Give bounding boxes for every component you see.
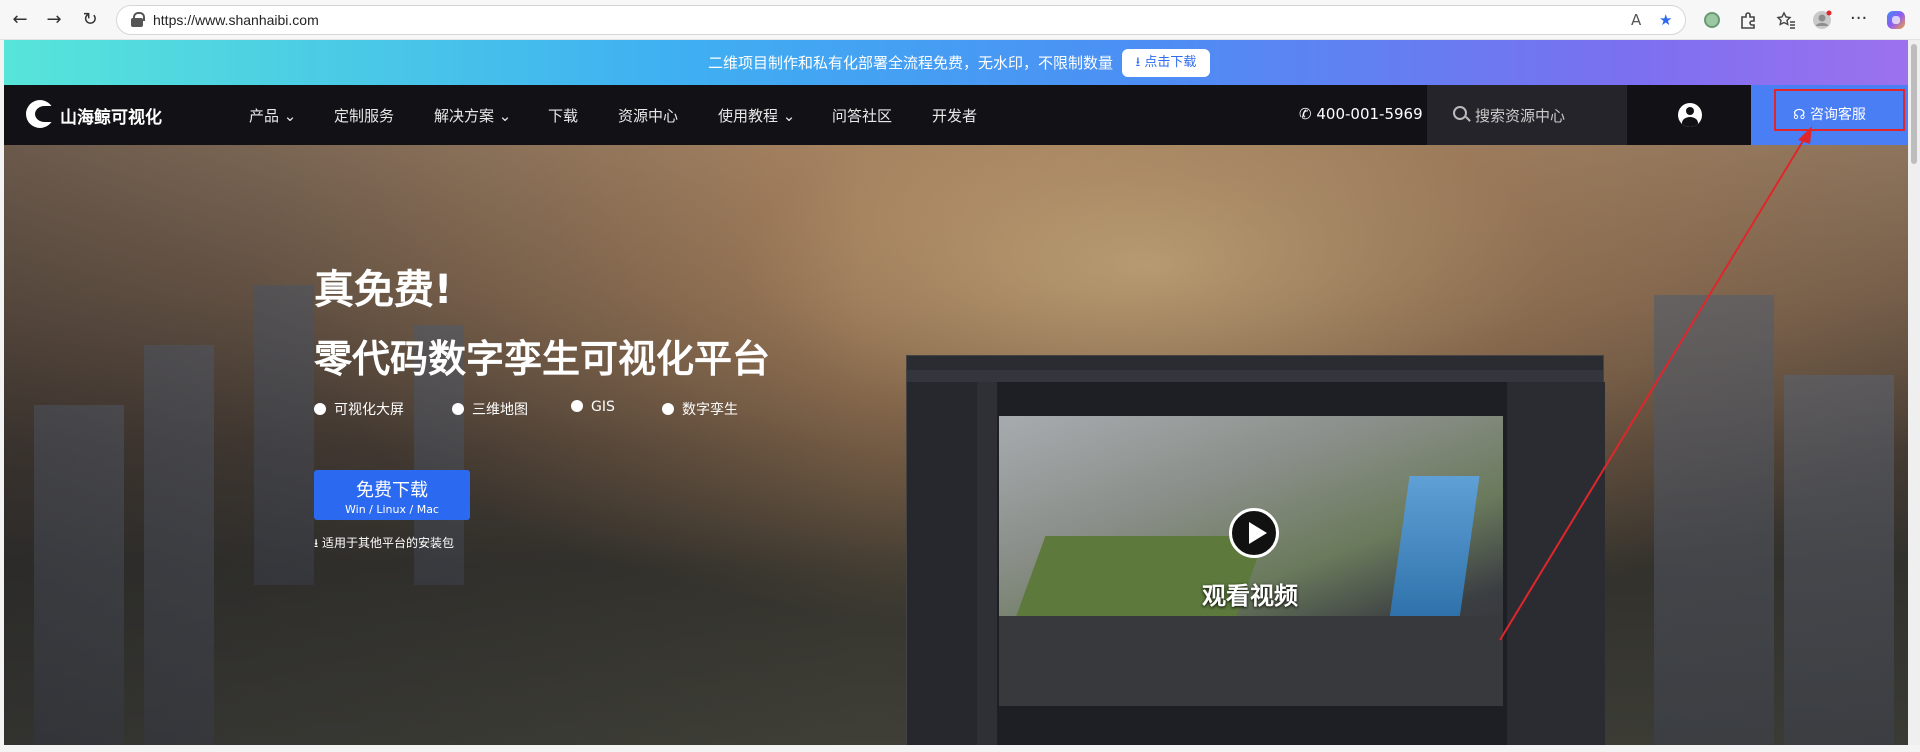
bullet-icon xyxy=(662,403,674,415)
back-icon[interactable]: ← xyxy=(8,8,32,32)
video-screen-panel xyxy=(1507,382,1605,745)
scrollbar-thumb[interactable] xyxy=(1911,44,1917,164)
scene-road xyxy=(999,616,1503,706)
nav-item-solutions[interactable]: 解决方案 ⌄ xyxy=(434,105,511,126)
lock-icon[interactable] xyxy=(131,12,145,27)
bullet-icon xyxy=(452,403,464,415)
profile-icon[interactable] xyxy=(1812,10,1832,30)
nav-item-custom-service[interactable]: 定制服务 xyxy=(334,105,394,126)
promo-text: 二维项目制作和私有化部署全流程免费，无水印，不限制数量 xyxy=(708,54,1114,72)
hero-section: 真免费! 零代码数字孪生可视化平台 可视化大屏 三维地图 GIS 数字孪生 免费… xyxy=(4,145,1908,745)
read-aloud-icon[interactable]: A xyxy=(1631,11,1641,29)
browser-toolbar: ← → ↻ https://www.shanhaibi.com A ★ ··· xyxy=(0,0,1920,40)
favorites-icon[interactable] xyxy=(1776,10,1796,30)
nav-item-tutorials[interactable]: 使用教程 ⌄ xyxy=(718,105,795,126)
site-nav: 山海鲸可视化 产品 ⌄ 定制服务 解决方案 ⌄ 下载 资源中心 使用教程 ⌄ 问… xyxy=(4,85,1908,145)
free-download-label: 免费下载 xyxy=(356,480,428,501)
address-bar[interactable]: https://www.shanhaibi.com A ★ xyxy=(116,5,1686,35)
search-box[interactable]: 搜索资源中心 xyxy=(1427,85,1627,145)
video-screen-sidebar xyxy=(907,382,977,745)
scene-pool xyxy=(1388,476,1480,626)
platforms-label: Win / Linux / Mac xyxy=(345,503,439,516)
feature-item: 三维地图 xyxy=(452,399,528,419)
video-screen-tabs xyxy=(907,356,1603,370)
video-preview[interactable]: 观看视频 xyxy=(906,355,1605,745)
other-platforms-link[interactable]: ⭳ 适用于其他平台的安装包 xyxy=(314,534,454,555)
search-icon[interactable] xyxy=(1453,106,1467,120)
nav-item-developers[interactable]: 开发者 xyxy=(932,105,977,126)
promo-download-button[interactable]: ⭳ 点击下载 xyxy=(1122,49,1210,77)
highlight-box xyxy=(1774,89,1905,131)
bullet-icon xyxy=(571,400,583,412)
url-text[interactable]: https://www.shanhaibi.com xyxy=(153,12,319,28)
promo-download-label: 点击下载 xyxy=(1144,55,1197,70)
nav-item-qa-community[interactable]: 问答社区 xyxy=(832,105,892,126)
hero-subtitle: 零代码数字孪生可视化平台 xyxy=(314,337,771,381)
favorite-star-icon[interactable]: ★ xyxy=(1659,11,1672,29)
feature-item: GIS xyxy=(571,399,615,415)
puzzle-icon[interactable] xyxy=(1738,10,1758,30)
video-screen-toolbar xyxy=(977,382,997,745)
search-placeholder[interactable]: 搜索资源中心 xyxy=(1475,105,1565,126)
download-icon: ⭳ xyxy=(314,536,319,550)
promo-banner: 二维项目制作和私有化部署全流程免费，无水印，不限制数量 ⭳ 点击下载 xyxy=(4,40,1908,85)
page-scrollbar[interactable] xyxy=(1908,40,1920,752)
download-icon: ⭳ xyxy=(1135,55,1141,70)
phone-icon: ✆ xyxy=(1299,105,1312,123)
watch-video-label[interactable]: 观看视频 xyxy=(1202,576,1298,611)
feature-item: 可视化大屏 xyxy=(314,399,404,419)
nav-item-resource-center[interactable]: 资源中心 xyxy=(618,105,678,126)
free-download-button[interactable]: 免费下载 Win / Linux / Mac xyxy=(314,470,470,520)
bullet-icon xyxy=(314,403,326,415)
chevron-down-icon: ⌄ xyxy=(283,107,297,125)
phone-contact[interactable]: ✆ 400-001-5969 xyxy=(1299,105,1423,123)
nav-item-products[interactable]: 产品 ⌄ xyxy=(249,105,296,126)
page-bottom-edge xyxy=(0,745,1920,752)
extension-icon[interactable] xyxy=(1702,10,1722,30)
more-icon[interactable]: ··· xyxy=(1850,10,1870,30)
hero-title: 真免费! xyxy=(314,267,453,313)
user-avatar-icon[interactable] xyxy=(1678,103,1702,127)
logo-icon[interactable] xyxy=(26,100,54,128)
feature-item: 数字孪生 xyxy=(662,399,738,419)
logo-text[interactable]: 山海鲸可视化 xyxy=(60,103,162,128)
play-icon[interactable] xyxy=(1229,508,1279,558)
refresh-icon[interactable]: ↻ xyxy=(78,8,102,32)
chevron-down-icon: ⌄ xyxy=(782,107,796,125)
video-screen-addressbar xyxy=(907,370,1603,382)
forward-icon[interactable]: → xyxy=(42,8,66,32)
nav-item-download[interactable]: 下载 xyxy=(548,105,578,126)
video-scene xyxy=(999,416,1503,706)
chevron-down-icon: ⌄ xyxy=(498,107,512,125)
copilot-icon[interactable] xyxy=(1886,10,1906,30)
